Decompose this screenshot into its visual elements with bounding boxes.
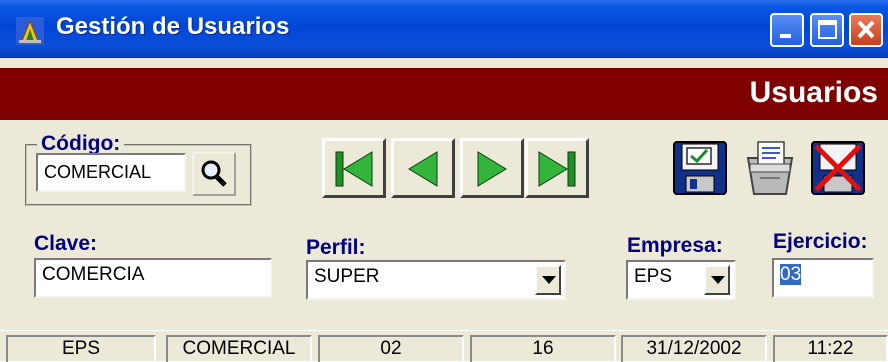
save-disk-icon (673, 141, 727, 195)
search-button[interactable] (192, 152, 236, 196)
close-icon (857, 20, 875, 39)
maximize-button[interactable] (810, 13, 844, 47)
status-empresa: EPS (6, 335, 156, 362)
maximize-icon (818, 20, 837, 39)
last-record-icon (538, 151, 576, 187)
first-record-button[interactable] (322, 138, 386, 198)
clave-input[interactable]: COMERCIA (34, 258, 272, 298)
empresa-dropdown-button[interactable] (704, 265, 730, 295)
codigo-input[interactable]: COMERCIAL (36, 153, 186, 192)
save-button[interactable] (670, 138, 730, 198)
next-record-icon (477, 151, 507, 187)
perfil-label: Perfil: (306, 236, 366, 259)
app-window: Gestión de Usuarios Usuarios Código: COM… (0, 0, 888, 362)
previous-record-icon (408, 151, 438, 187)
delete-button[interactable] (808, 138, 868, 198)
ejercicio-label: Ejercicio: (773, 230, 868, 253)
app-icon (16, 17, 44, 45)
ejercicio-input[interactable]: 03 (772, 258, 874, 298)
next-record-button[interactable] (460, 138, 524, 198)
clave-label: Clave: (34, 232, 98, 255)
page-title: Usuarios (749, 76, 878, 109)
previous-record-button[interactable] (391, 138, 455, 198)
status-numero: 16 (470, 335, 616, 362)
last-record-button[interactable] (525, 138, 589, 198)
ejercicio-value: 03 (780, 264, 802, 285)
chevron-down-icon (542, 276, 556, 284)
empresa-value: EPS (634, 266, 673, 287)
empresa-label: Empresa: (627, 234, 723, 257)
search-icon (201, 160, 227, 187)
header-strip: Usuarios (0, 68, 888, 120)
status-time: 11:22 (773, 335, 888, 362)
perfil-value: SUPER (314, 266, 380, 287)
window-title: Gestión de Usuarios (56, 13, 290, 40)
minimize-icon (780, 34, 791, 38)
close-button[interactable] (849, 13, 883, 47)
print-button[interactable] (740, 138, 800, 198)
status-usuario: COMERCIAL (166, 335, 312, 362)
status-bar: EPS COMERCIAL 02 16 31/12/2002 11:22 (0, 330, 888, 362)
minimize-button[interactable] (770, 13, 804, 47)
status-ejercicio: 02 (318, 335, 464, 362)
perfil-dropdown-button[interactable] (535, 265, 561, 295)
printer-icon (746, 141, 794, 195)
title-bar[interactable]: Gestión de Usuarios (0, 0, 888, 58)
chevron-down-icon (711, 276, 725, 284)
first-record-icon (335, 151, 373, 187)
status-date: 31/12/2002 (621, 335, 767, 362)
delete-icon (811, 141, 865, 195)
perfil-select[interactable]: SUPER (306, 260, 566, 300)
